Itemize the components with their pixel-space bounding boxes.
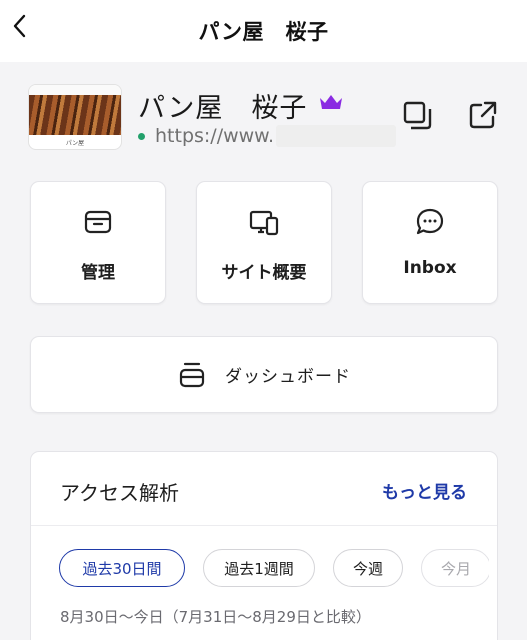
inbox-tile[interactable]: Inbox [362, 181, 498, 304]
site-url-row: https://www. [138, 124, 397, 148]
page-title: パン屋 桜子 [198, 20, 329, 44]
site-thumbnail[interactable]: パン屋 [28, 84, 122, 150]
analytics-card: アクセス解析 もっと見る 過去30日間 過去1週間 今週 今月 8月30日～今日… [30, 451, 498, 640]
site-overview-label: サイト概要 [221, 263, 307, 283]
url-redaction [276, 125, 397, 147]
manage-tile[interactable]: 管理 [30, 181, 166, 304]
chip-this-month[interactable]: 今月 [421, 549, 489, 587]
open-external-button[interactable] [468, 100, 498, 130]
chevron-left-icon [13, 14, 26, 38]
copy-icon [403, 101, 432, 130]
site-overview-tile[interactable]: サイト概要 [196, 181, 332, 304]
external-link-icon [469, 101, 497, 129]
chip-past-week[interactable]: 過去1週間 [203, 549, 315, 587]
back-button[interactable] [8, 12, 32, 40]
site-summary: パン屋 パン屋 桜子 https://www. [0, 62, 527, 174]
inbox-tray-icon [84, 210, 112, 234]
manage-label: 管理 [81, 263, 115, 283]
period-chips: 過去30日間 過去1週間 今週 今月 [59, 549, 489, 589]
thumbnail-bread-image [29, 95, 121, 135]
dashboard-label: ダッシュボード [225, 367, 351, 387]
thumbnail-browser-bar [29, 85, 121, 95]
site-url[interactable]: https://www. [155, 125, 274, 147]
dashboard-button[interactable]: ダッシュボード [30, 336, 498, 413]
analytics-title: アクセス解析 [60, 481, 179, 505]
thumbnail-caption: パン屋 [65, 140, 85, 147]
date-range-text: 8月30日～今日（7月31日～8月29日と比較） [60, 608, 371, 626]
inbox-label: Inbox [403, 258, 457, 278]
devices-icon [249, 210, 279, 236]
chip-past-30-days[interactable]: 過去30日間 [59, 549, 185, 587]
status-dot [138, 132, 145, 140]
crown-icon [320, 95, 342, 109]
analytics-header: アクセス解析 もっと見る [31, 452, 497, 526]
copy-button[interactable] [402, 100, 434, 132]
see-more-link[interactable]: もっと見る [382, 478, 467, 503]
chat-bubble-icon [416, 208, 444, 235]
chip-this-week[interactable]: 今週 [333, 549, 403, 587]
stack-icon [179, 362, 205, 387]
top-bar: パン屋 桜子 [0, 0, 527, 62]
site-name: パン屋 桜子 [138, 93, 308, 124]
